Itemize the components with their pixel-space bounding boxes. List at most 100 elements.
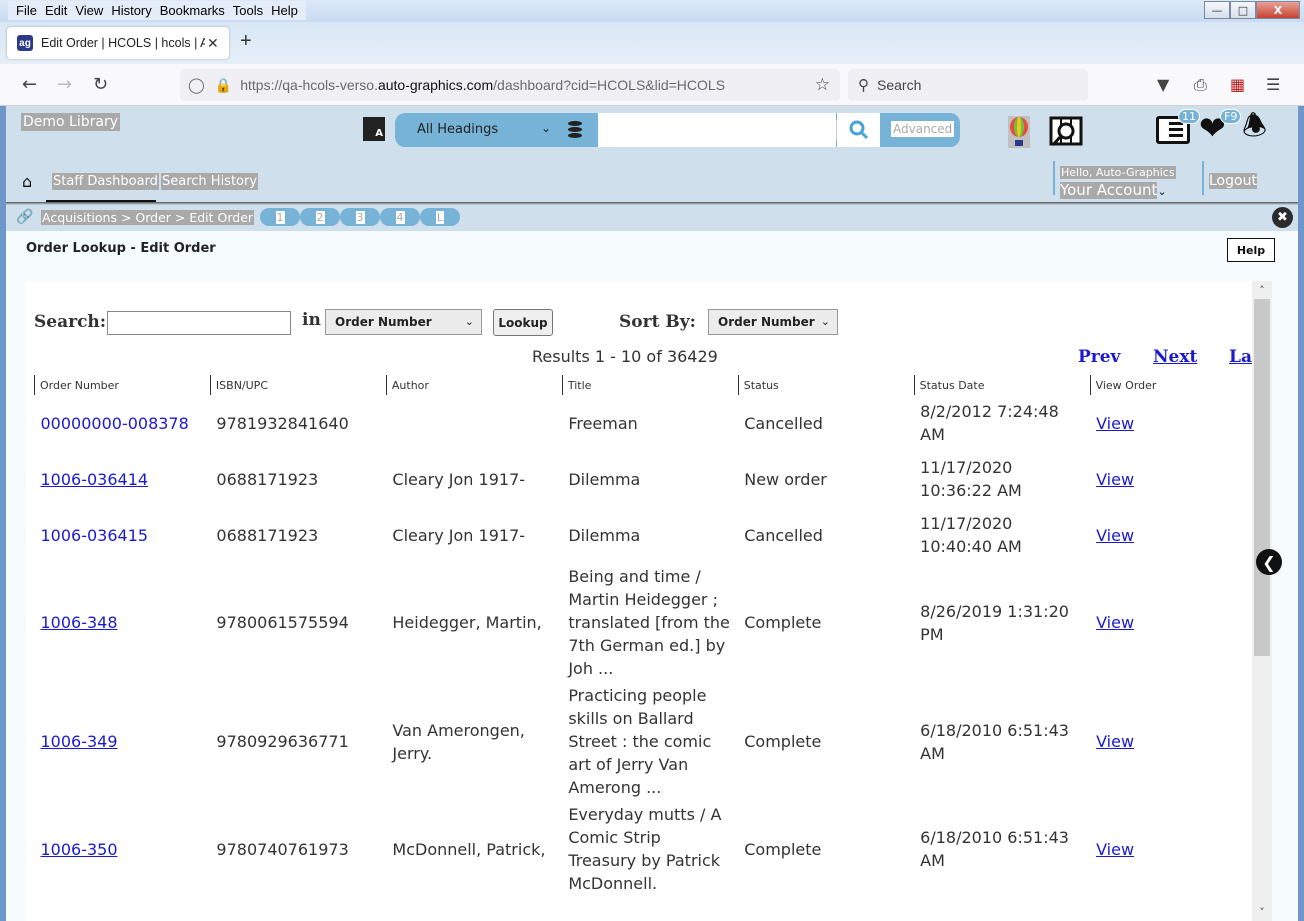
menu-help[interactable]: Help bbox=[267, 3, 302, 18]
order-number-link[interactable]: 1006-036415 bbox=[41, 526, 149, 545]
window-titlebar: File Edit View History Bookmarks Tools H… bbox=[0, 0, 1304, 22]
vertical-scrollbar[interactable]: ˄ ˅ bbox=[1252, 281, 1272, 921]
order-number-link[interactable]: 1006-348 bbox=[41, 613, 118, 632]
chevron-down-icon[interactable]: ⌄ bbox=[541, 121, 551, 135]
lock-icon[interactable]: 🔒 bbox=[215, 77, 232, 94]
view-order-link[interactable]: View bbox=[1096, 526, 1134, 545]
tab-close-icon[interactable]: ✕ bbox=[207, 35, 219, 52]
notifications-bell-icon[interactable]: 🕭 bbox=[1242, 112, 1267, 140]
menu-bar: File Edit View History Bookmarks Tools H… bbox=[8, 1, 306, 20]
nav-tab-staff-dashboard[interactable]: Staff Dashboard bbox=[52, 173, 159, 190]
order-number-link[interactable]: 1006-350 bbox=[41, 840, 118, 859]
menu-file[interactable]: File bbox=[12, 3, 41, 18]
title-cell: Freeman bbox=[568, 413, 638, 433]
search-scope-select[interactable]: All Headings bbox=[417, 122, 498, 137]
workspace-pill-last[interactable]: L bbox=[420, 208, 460, 226]
workspace-pill-3[interactable]: 3 bbox=[340, 208, 380, 226]
order-lookup-panel: Search: in Order Number ⌄ Lookup Sort By:… bbox=[26, 281, 1272, 921]
lookup-button[interactable]: Lookup bbox=[493, 309, 553, 336]
status-date-cell: 11/17/2020 10:40:40 AM bbox=[920, 514, 1022, 556]
new-tab-button[interactable]: + bbox=[240, 30, 252, 53]
library-name[interactable]: Demo Library bbox=[21, 113, 120, 131]
url-bar[interactable]: ◯ 🔒 https://qa-hcols-verso.auto-graphics… bbox=[180, 69, 840, 101]
author-cell: Cleary Jon 1917- bbox=[392, 469, 526, 489]
pocket-icon[interactable]: ▼ bbox=[1157, 75, 1169, 94]
breadcrumb[interactable]: Acquisitions > Order > Edit Order bbox=[41, 210, 255, 225]
catalog-search-input[interactable] bbox=[598, 113, 836, 147]
view-order-link[interactable]: View bbox=[1096, 732, 1134, 751]
scroll-up-arrow-icon[interactable]: ˄ bbox=[1252, 281, 1272, 299]
language-icon[interactable]: A bbox=[363, 117, 385, 141]
database-icon[interactable] bbox=[568, 121, 582, 139]
search-field-select[interactable]: Order Number ⌄ bbox=[325, 309, 482, 335]
order-number-link[interactable]: 1006-036414 bbox=[41, 470, 149, 489]
advanced-search-button[interactable]: Advanced bbox=[891, 121, 955, 137]
workspace-pills: 1 2 3 4 L bbox=[260, 208, 460, 226]
browser-search-bar[interactable]: ⚲ Search bbox=[848, 69, 1088, 101]
sort-by-select[interactable]: Order Number ⌄ bbox=[708, 309, 838, 335]
view-order-link[interactable]: View bbox=[1096, 613, 1134, 632]
reload-icon[interactable]: ↻ bbox=[93, 74, 108, 95]
menu-history[interactable]: History bbox=[107, 3, 155, 18]
balloon-icon[interactable] bbox=[1008, 116, 1030, 148]
home-icon[interactable]: ⌂ bbox=[22, 172, 32, 191]
extension-icon[interactable]: ▦ bbox=[1230, 75, 1245, 94]
back-icon[interactable]: ← bbox=[22, 74, 37, 95]
author-cell: McDonnell, Patrick, bbox=[392, 839, 546, 859]
prev-link[interactable]: Prev bbox=[1078, 347, 1120, 367]
main-content: Order Lookup - Edit Order Help Search: i… bbox=[6, 231, 1298, 921]
view-order-link[interactable]: View bbox=[1096, 470, 1134, 489]
search-button[interactable] bbox=[837, 113, 880, 147]
column-header-author[interactable]: Author bbox=[385, 375, 563, 395]
view-order-link[interactable]: View bbox=[1096, 840, 1134, 859]
browser-tab[interactable]: ag Edit Order | HCOLS | hcols | Auto-Gra… bbox=[7, 27, 229, 59]
scroll-down-arrow-icon[interactable]: ˅ bbox=[1252, 903, 1272, 921]
window-close-button[interactable]: X bbox=[1256, 1, 1300, 19]
menu-edit[interactable]: Edit bbox=[41, 3, 71, 18]
next-link[interactable]: Next bbox=[1153, 347, 1197, 367]
menu-view[interactable]: View bbox=[71, 3, 107, 18]
chevron-down-icon[interactable]: ⌄ bbox=[1157, 185, 1166, 198]
shield-icon[interactable]: ◯ bbox=[188, 76, 205, 94]
workspace-pill-4[interactable]: 4 bbox=[380, 208, 420, 226]
table-row: 1006-350 9780740761973 McDonnell, Patric… bbox=[35, 801, 1261, 897]
column-header-title[interactable]: Title bbox=[561, 375, 739, 395]
column-header-order-number[interactable]: Order Number bbox=[34, 375, 211, 395]
table-row: 1006-036414 0688171923 Cleary Jon 1917- … bbox=[35, 451, 1261, 507]
order-number-link[interactable]: 00000000-008378 bbox=[41, 414, 189, 433]
help-button[interactable]: Help bbox=[1227, 238, 1275, 262]
order-search-input[interactable] bbox=[107, 311, 291, 335]
scrollbar-thumb[interactable] bbox=[1254, 299, 1270, 656]
close-icon[interactable]: ✖ bbox=[1272, 207, 1293, 228]
forward-icon[interactable]: → bbox=[57, 74, 72, 95]
hamburger-menu-icon[interactable]: ☰ bbox=[1266, 75, 1280, 94]
bookmark-star-icon[interactable]: ☆ bbox=[815, 75, 830, 95]
app-container: Demo Library A All Headings ⌄ Advanced 1… bbox=[6, 106, 1298, 921]
url-text[interactable]: https://qa-hcols-verso.auto-graphics.com… bbox=[240, 77, 725, 93]
menu-bookmarks[interactable]: Bookmarks bbox=[156, 3, 229, 18]
column-header-status-date[interactable]: Status Date bbox=[913, 375, 1091, 395]
status-cell: New order bbox=[744, 469, 827, 489]
isbn-cell: 0688171923 bbox=[216, 525, 319, 545]
maximize-button[interactable]: □ bbox=[1230, 1, 1256, 19]
account-label[interactable]: Your Account bbox=[1060, 182, 1158, 199]
account-menu[interactable]: Hello, Auto-Graphics Your Account⌄ bbox=[1053, 161, 1176, 199]
logout-link[interactable]: Logout bbox=[1202, 161, 1257, 195]
print-icon[interactable]: ⎙ bbox=[1194, 75, 1207, 95]
isbn-cell: 9780740761973 bbox=[216, 839, 349, 859]
app-header: Demo Library A All Headings ⌄ Advanced 1… bbox=[6, 106, 1298, 203]
column-header-view-order[interactable]: View Order bbox=[1089, 375, 1260, 395]
logout-label[interactable]: Logout bbox=[1209, 173, 1257, 189]
nav-tab-search-history[interactable]: Search History bbox=[161, 173, 259, 190]
order-number-link[interactable]: 1006-349 bbox=[41, 732, 118, 751]
column-header-status[interactable]: Status bbox=[737, 375, 915, 395]
menu-tools[interactable]: Tools bbox=[229, 3, 267, 18]
view-order-link[interactable]: View bbox=[1096, 414, 1134, 433]
workspace-pill-1[interactable]: 1 bbox=[260, 208, 300, 226]
chevron-left-icon[interactable]: ❮ bbox=[1256, 549, 1282, 575]
table-row: 00000000-008378 9781932841640 Freeman Ca… bbox=[35, 395, 1261, 451]
column-header-isbn[interactable]: ISBN/UPC bbox=[209, 375, 387, 395]
workspace-pill-2[interactable]: 2 bbox=[300, 208, 340, 226]
magnify-search-icon[interactable] bbox=[1049, 116, 1083, 148]
minimize-button[interactable]: — bbox=[1204, 1, 1230, 19]
